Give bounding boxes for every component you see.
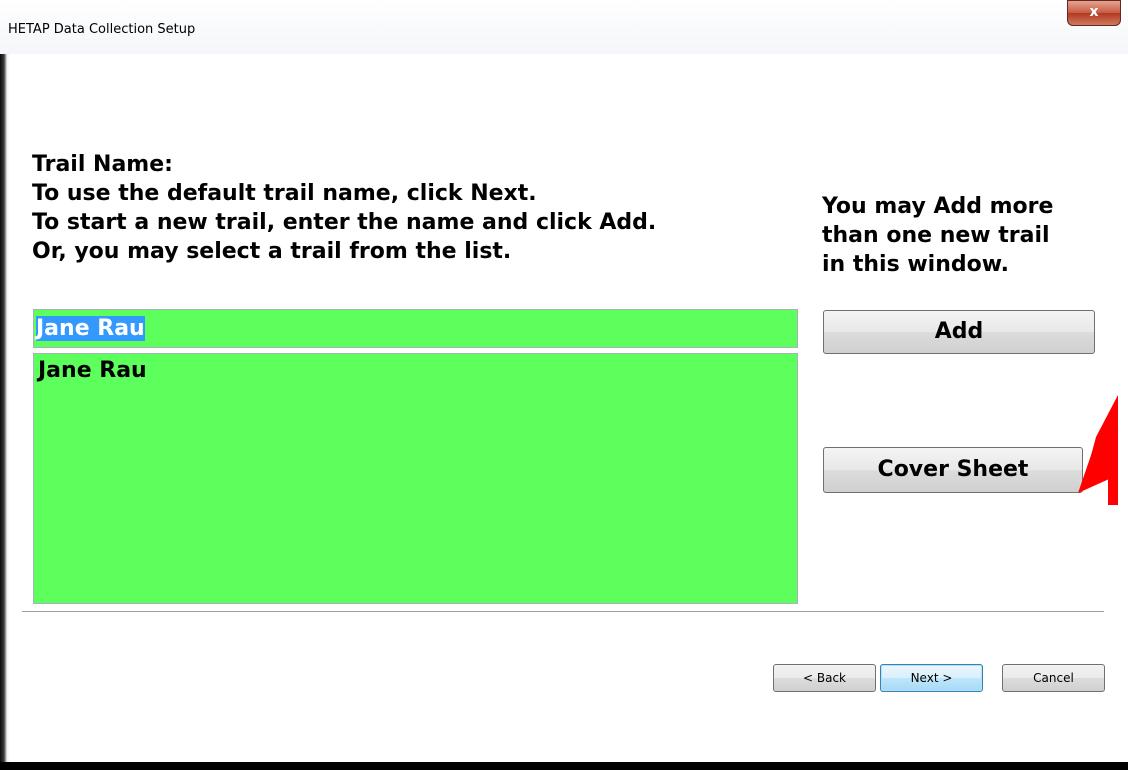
instruction-line-new: To start a new trail, enter the name and… xyxy=(32,210,657,235)
add-button[interactable]: Add xyxy=(823,310,1095,354)
add-more-note: You may Add more than one new trail in t… xyxy=(822,192,1053,279)
trail-list-item[interactable]: Jane Rau xyxy=(38,356,793,386)
footer-separator xyxy=(22,611,1104,613)
trail-name-heading: Trail Name: xyxy=(32,152,173,177)
dialog-window: HETAP Data Collection Setup x Trail Name… xyxy=(0,0,1128,770)
window-title: HETAP Data Collection Setup xyxy=(8,22,196,37)
window-left-border xyxy=(0,0,10,770)
cancel-button[interactable]: Cancel xyxy=(1002,664,1105,692)
add-more-note-line3: in this window. xyxy=(822,252,1009,277)
add-more-note-line2: than one new trail xyxy=(822,223,1050,248)
instruction-line-default: To use the default trail name, click Nex… xyxy=(32,181,537,206)
close-button[interactable]: x xyxy=(1067,0,1121,26)
instruction-line-select: Or, you may select a trail from the list… xyxy=(32,239,512,264)
close-icon: x xyxy=(1089,4,1099,20)
add-more-note-line1: You may Add more xyxy=(822,194,1054,219)
red-arrow-icon xyxy=(1078,395,1118,505)
trail-listbox[interactable]: Jane Rau xyxy=(33,353,798,604)
trail-name-input[interactable]: Jane Rau xyxy=(33,309,798,348)
window-bottom-border xyxy=(0,762,1128,770)
next-button[interactable]: Next > xyxy=(880,664,983,692)
instructions-text: Trail Name: To use the default trail nam… xyxy=(32,150,656,266)
trail-name-input-value: Jane Rau xyxy=(36,316,145,341)
cover-sheet-button[interactable]: Cover Sheet xyxy=(823,447,1083,493)
title-bar[interactable]: HETAP Data Collection Setup x xyxy=(0,0,1128,54)
back-button[interactable]: < Back xyxy=(773,664,876,692)
